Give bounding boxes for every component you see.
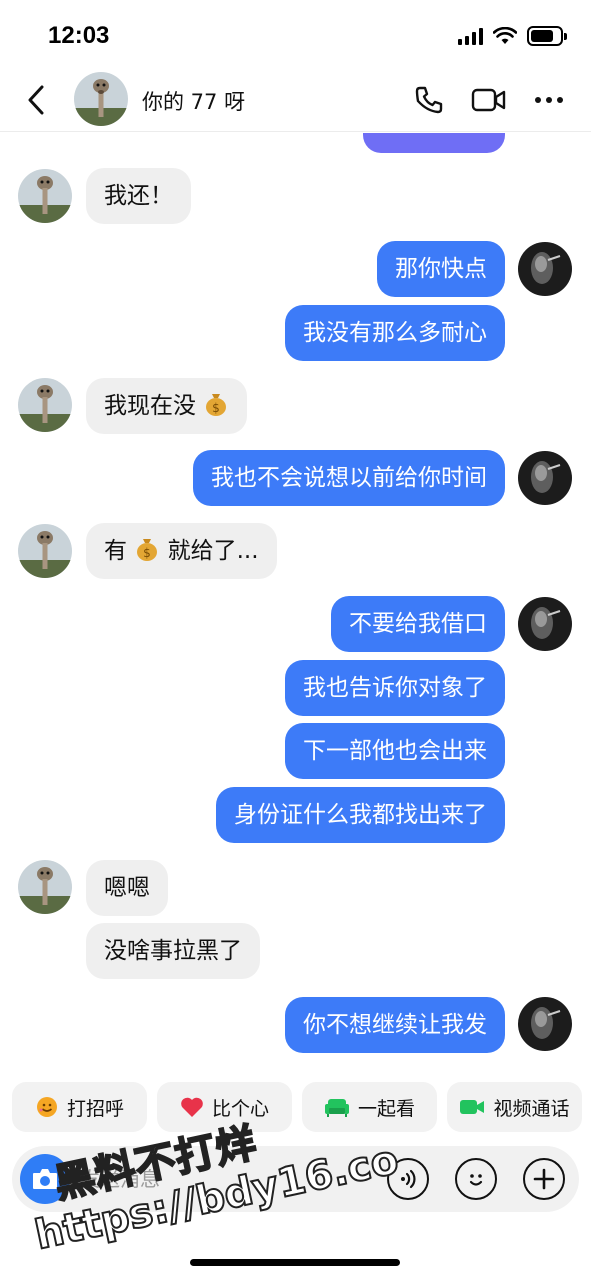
contact-avatar[interactable] bbox=[74, 72, 128, 126]
battery-icon bbox=[527, 26, 567, 46]
message-bubble[interactable]: 我现在没 $ bbox=[86, 378, 248, 434]
message-bubble[interactable]: 我还！ bbox=[86, 168, 191, 224]
my-avatar[interactable] bbox=[518, 451, 572, 505]
back-button[interactable] bbox=[20, 84, 52, 116]
message-text: 我也告诉你对象了 bbox=[303, 675, 487, 701]
cellular-signal-icon bbox=[458, 27, 483, 45]
chat-header: 你的 77 呀 bbox=[0, 70, 591, 132]
my-avatar[interactable] bbox=[518, 997, 572, 1051]
message-bubble[interactable]: 下一部他也会出来 bbox=[285, 723, 505, 779]
message-bubble[interactable]: 我没有那么多耐心 bbox=[285, 305, 505, 361]
plus-icon bbox=[533, 1168, 555, 1190]
sofa-icon bbox=[324, 1099, 349, 1117]
emoji-button[interactable] bbox=[455, 1158, 497, 1200]
phone-icon bbox=[415, 86, 443, 114]
message-bubble[interactable]: 有 $ 就给了... bbox=[86, 523, 277, 579]
message-bubble-cut-off[interactable] bbox=[363, 133, 505, 153]
message-input[interactable] bbox=[80, 1163, 370, 1195]
user-avatar-image bbox=[518, 997, 572, 1051]
camera-button[interactable] bbox=[20, 1154, 70, 1204]
contact-avatar[interactable] bbox=[18, 169, 72, 223]
header-actions bbox=[411, 82, 567, 118]
message-text: 不要给我借口 bbox=[349, 611, 487, 637]
message-bubble[interactable]: 嗯嗯 bbox=[86, 860, 168, 916]
chevron-left-icon bbox=[28, 85, 44, 115]
ostrich-avatar-image bbox=[18, 169, 72, 223]
quick-reply-watch-together[interactable]: 一起看 bbox=[302, 1082, 437, 1132]
smile-wave-icon bbox=[36, 1097, 57, 1117]
ostrich-avatar-image bbox=[74, 72, 128, 126]
smiley-face-icon bbox=[469, 1174, 483, 1186]
svg-text:$: $ bbox=[212, 401, 220, 415]
more-dots-icon bbox=[535, 97, 563, 103]
message-composer bbox=[12, 1146, 579, 1212]
contact-avatar[interactable] bbox=[18, 524, 72, 578]
heart-icon bbox=[181, 1097, 203, 1117]
chip-label: 比个心 bbox=[211, 1097, 269, 1120]
message-bubble[interactable]: 我也不会说想以前给你时间 bbox=[193, 450, 505, 506]
ostrich-avatar-image bbox=[18, 524, 72, 578]
message-bubble[interactable]: 我也告诉你对象了 bbox=[285, 660, 505, 716]
quick-reply-bar: 打招呼 比个心 一起看 视频通话 bbox=[12, 1082, 582, 1132]
video-call-button[interactable] bbox=[471, 82, 507, 118]
quick-reply-video-call[interactable]: 视频通话 bbox=[447, 1082, 582, 1132]
status-icons bbox=[458, 26, 567, 46]
sound-wave-icon bbox=[401, 1169, 416, 1189]
video-camera-icon bbox=[471, 88, 506, 112]
message-text: 嗯嗯 bbox=[104, 875, 150, 901]
composer-actions bbox=[387, 1158, 565, 1200]
message-bubble[interactable]: 没啥事拉黑了 bbox=[86, 923, 260, 979]
status-bar: 12:03 bbox=[0, 0, 591, 70]
message-text: 就给了... bbox=[167, 538, 259, 564]
message-text: 身份证什么我都找出来了 bbox=[234, 802, 487, 828]
quick-reply-heart[interactable]: 比个心 bbox=[157, 1082, 292, 1132]
message-text: 没啥事拉黑了 bbox=[104, 938, 242, 964]
more-options-button[interactable] bbox=[531, 82, 567, 118]
money-bag-icon: $ bbox=[206, 394, 227, 416]
quick-reply-greet[interactable]: 打招呼 bbox=[12, 1082, 147, 1132]
my-avatar[interactable] bbox=[518, 597, 572, 651]
message-text: 那你快点 bbox=[395, 256, 487, 282]
message-bubble[interactable]: 不要给我借口 bbox=[331, 596, 505, 652]
message-text: 我还！ bbox=[104, 183, 173, 209]
video-camera-icon bbox=[460, 1100, 485, 1114]
money-bag-icon: $ bbox=[137, 539, 158, 561]
svg-text:$: $ bbox=[143, 546, 151, 560]
user-avatar-image bbox=[518, 451, 572, 505]
user-avatar-image bbox=[518, 597, 572, 651]
status-time: 12:03 bbox=[48, 22, 110, 49]
chip-label: 一起看 bbox=[357, 1097, 415, 1120]
message-bubble[interactable]: 你不想继续让我发 bbox=[285, 997, 505, 1053]
voice-call-button[interactable] bbox=[411, 82, 447, 118]
ostrich-avatar-image bbox=[18, 860, 72, 914]
chip-label: 打招呼 bbox=[66, 1097, 124, 1120]
chip-label: 视频通话 bbox=[493, 1097, 570, 1120]
message-bubble[interactable]: 身份证什么我都找出来了 bbox=[216, 787, 505, 843]
my-avatar[interactable] bbox=[518, 242, 572, 296]
message-text: 我也不会说想以前给你时间 bbox=[211, 465, 487, 491]
voice-message-button[interactable] bbox=[387, 1158, 429, 1200]
ostrich-avatar-image bbox=[18, 378, 72, 432]
message-text: 我现在没 bbox=[104, 393, 196, 419]
contact-avatar[interactable] bbox=[18, 860, 72, 914]
user-avatar-image bbox=[518, 242, 572, 296]
contact-avatar[interactable] bbox=[18, 378, 72, 432]
message-text-prefix: 有 bbox=[104, 538, 127, 564]
contact-name[interactable]: 你的 77 呀 bbox=[142, 86, 245, 116]
add-attachment-button[interactable] bbox=[523, 1158, 565, 1200]
camera-icon bbox=[33, 1169, 57, 1189]
message-bubble[interactable]: 那你快点 bbox=[377, 241, 505, 297]
message-text: 你不想继续让我发 bbox=[303, 1012, 487, 1038]
message-text: 我没有那么多耐心 bbox=[303, 320, 487, 346]
message-text: 下一部他也会出来 bbox=[303, 738, 487, 764]
home-indicator[interactable] bbox=[190, 1259, 400, 1266]
wifi-icon bbox=[493, 27, 517, 44]
